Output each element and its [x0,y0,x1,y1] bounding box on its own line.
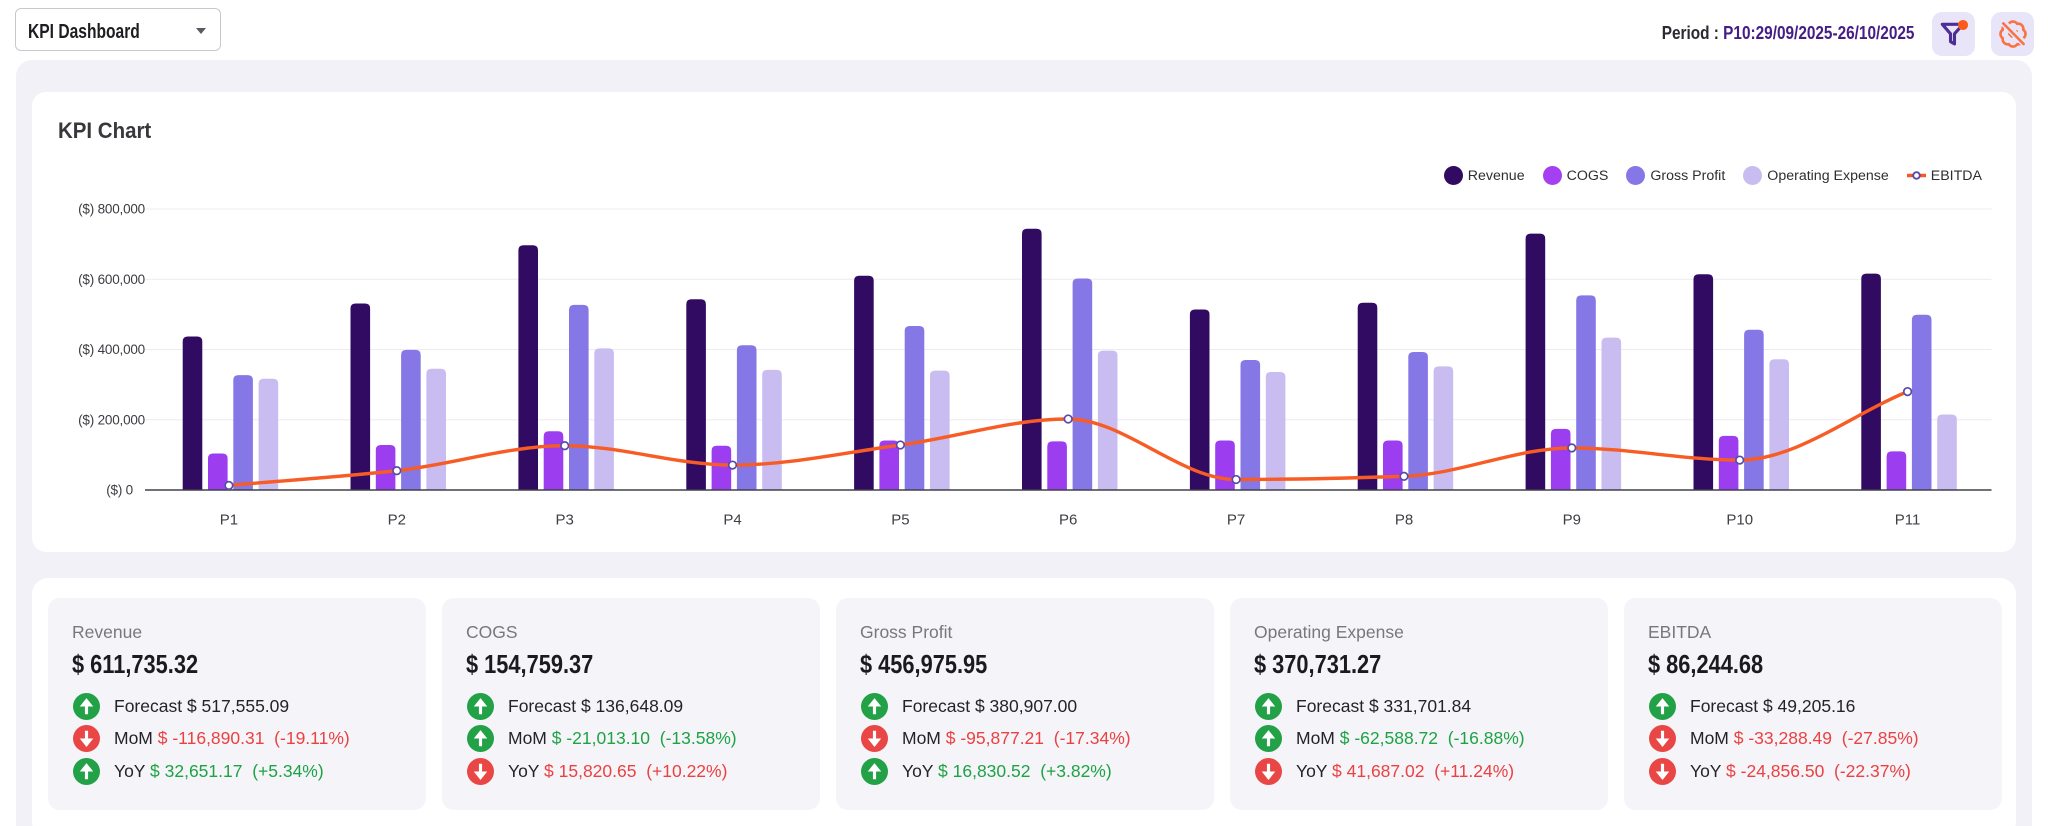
svg-text:($) 600,000: ($) 600,000 [78,272,145,287]
svg-text:($) 800,000: ($) 800,000 [78,202,145,217]
svg-text:P8: P8 [1395,512,1413,529]
svg-text:P2: P2 [388,512,406,529]
svg-text:P11: P11 [1895,512,1921,529]
svg-text:($) 200,000: ($) 200,000 [78,412,145,427]
svg-text:P4: P4 [723,512,741,529]
svg-text:P7: P7 [1227,512,1245,529]
svg-text:P6: P6 [1059,512,1077,529]
svg-text:($) 0: ($) 0 [106,483,133,498]
svg-text:P5: P5 [891,512,909,529]
svg-text:($) 400,000: ($) 400,000 [78,342,145,357]
svg-text:P1: P1 [220,512,238,529]
svg-text:P3: P3 [556,512,574,529]
svg-text:P9: P9 [1563,512,1581,529]
svg-text:P10: P10 [1726,512,1753,529]
